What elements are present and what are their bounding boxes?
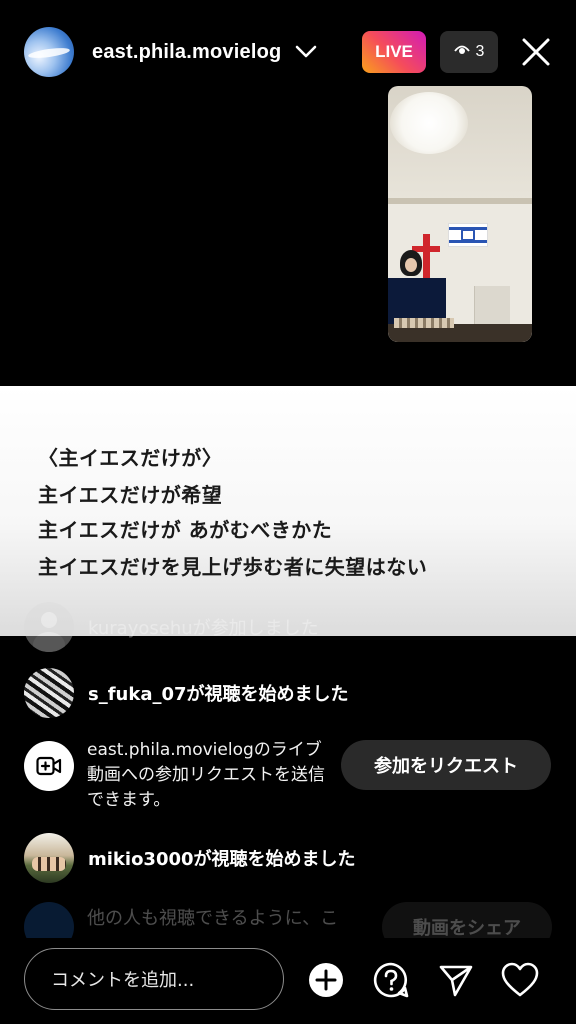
cross <box>423 234 430 278</box>
host-avatar[interactable] <box>24 27 74 77</box>
eye-icon <box>453 43 470 61</box>
lyric-line: 主イエスだけが あがむべきかた <box>38 518 333 542</box>
plus-circle-icon <box>309 963 343 997</box>
viewer-count-badge[interactable]: 3 <box>440 31 498 73</box>
share-video-button[interactable]: 動画をシェア <box>382 902 552 938</box>
add-button[interactable] <box>306 960 346 1000</box>
lyric-line: 〈主イエスだけが〉 <box>38 446 223 470</box>
comment-item: kurayosehuが参加しました <box>24 602 319 652</box>
like-button[interactable] <box>500 960 540 1000</box>
comment-text: mikio3000が視聴を始めました <box>88 849 356 870</box>
question-bubble-icon <box>373 962 409 998</box>
live-badge: LIVE <box>362 31 426 73</box>
request-to-join-button[interactable]: 参加をリクエスト <box>341 740 551 790</box>
avatar[interactable] <box>24 668 74 718</box>
share-prompt: 他の人も視聴できるように、こ 動画をシェア <box>24 898 552 938</box>
share-button[interactable] <box>436 960 476 1000</box>
broadcast-video[interactable] <box>388 86 532 342</box>
lyrics-banner: 〈主イエスだけが〉 主イエスだけが希望 主イエスだけが あがむべきかた 主イエス… <box>0 386 576 636</box>
ceiling-lamp <box>390 92 468 154</box>
comment-text: kurayosehuが参加しました <box>88 618 319 639</box>
heart-icon <box>501 962 539 997</box>
close-button[interactable] <box>520 36 552 68</box>
close-icon <box>522 38 550 66</box>
join-request-prompt: east.phila.movielogのライブ動画への参加リクエストを送信できま… <box>24 738 552 818</box>
comment-placeholder: コメントを追加... <box>51 970 195 991</box>
live-header: east.phila.movielog LIVE 3 <box>24 24 552 80</box>
chevron-down-icon[interactable] <box>295 41 317 63</box>
comment-item: s_fuka_07が視聴を始めました <box>24 668 349 718</box>
video-add-icon <box>24 741 74 791</box>
avatar[interactable] <box>24 833 74 883</box>
question-button[interactable] <box>371 960 411 1000</box>
comment-text: s_fuka_07が視聴を始めました <box>88 684 349 705</box>
host-username[interactable]: east.phila.movielog <box>92 41 281 64</box>
lyric-line: 主イエスだけを見上げ歩む者に失望はない <box>38 555 428 579</box>
request-text: east.phila.movielogのライブ動画への参加リクエストを送信できま… <box>87 740 325 810</box>
lyric-line: 主イエスだけが希望 <box>38 483 223 507</box>
share-prompt-text: 他の人も視聴できるように、こ <box>87 908 339 929</box>
comment-item: mikio3000が視聴を始めました <box>24 833 356 883</box>
send-icon <box>439 965 473 997</box>
avatar[interactable] <box>24 602 74 652</box>
comment-input[interactable]: コメントを追加... <box>24 948 284 1010</box>
viewer-count: 3 <box>475 43 485 60</box>
avatar <box>24 902 74 938</box>
